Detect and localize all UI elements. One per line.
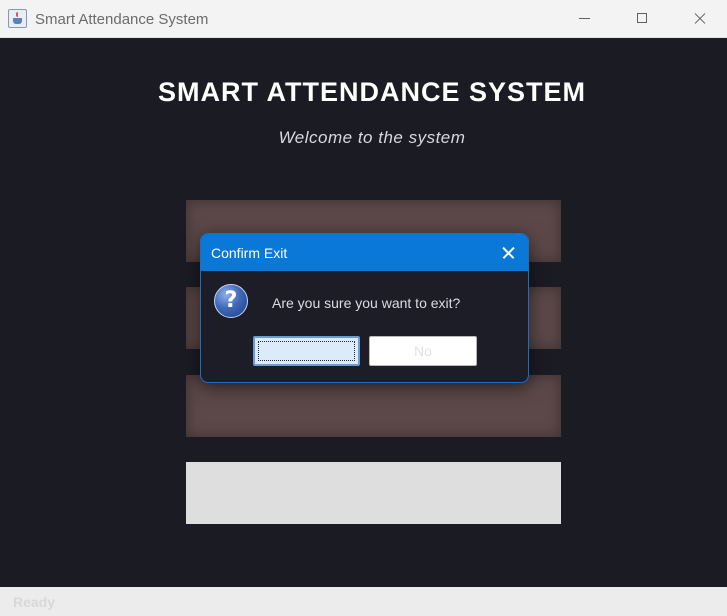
confirm-exit-dialog: Confirm Exit ? Are you sure you want to …: [200, 233, 529, 383]
window-title-bar: Smart Attendance System: [0, 0, 727, 38]
question-icon: ?: [214, 284, 248, 318]
status-text: Ready: [13, 594, 56, 610]
window-title: Smart Attendance System: [35, 11, 209, 28]
menu-button-3[interactable]: [186, 375, 561, 437]
yes-button[interactable]: [253, 336, 360, 366]
focus-ring: [258, 341, 355, 361]
java-cup-icon: [8, 9, 27, 28]
dialog-close-icon[interactable]: [488, 234, 528, 271]
dialog-title-bar: Confirm Exit: [201, 234, 528, 271]
minimize-button[interactable]: [555, 0, 613, 38]
dialog-title: Confirm Exit: [211, 245, 288, 261]
dialog-message: Are you sure you want to exit?: [272, 295, 461, 311]
no-button[interactable]: No: [369, 336, 477, 366]
maximize-button[interactable]: [613, 0, 671, 38]
status-bar: Ready: [0, 587, 727, 616]
menu-button-4[interactable]: [186, 462, 561, 524]
welcome-subtitle: Welcome to the system: [278, 128, 466, 147]
close-window-button[interactable]: [671, 0, 727, 38]
app-heading: SMART ATTENDANCE SYSTEM: [158, 77, 586, 107]
